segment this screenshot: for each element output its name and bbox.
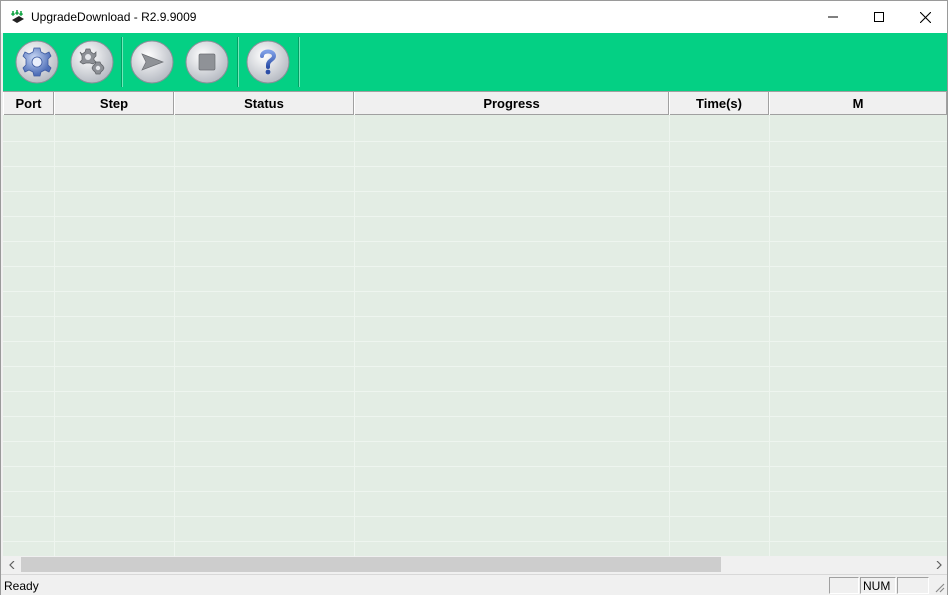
toolbar [3,33,947,92]
minimize-icon [828,16,838,18]
start-button[interactable] [129,39,175,85]
status-pane-scrl [897,577,929,594]
grid-line [3,291,947,292]
horizontal-scrollbar[interactable] [3,556,947,573]
scroll-right-icon[interactable] [930,556,947,573]
window-title: UpgradeDownload - R2.9.9009 [31,10,197,24]
stop-button[interactable] [184,39,230,85]
double-gear-icon [70,40,114,84]
grid-line [3,541,947,542]
grid-line [3,341,947,342]
grid-line [354,116,355,556]
grid-line [669,116,670,556]
grid-line [3,316,947,317]
column-header-port[interactable]: Port [3,92,54,115]
grid-line [3,466,947,467]
grid-line [769,116,770,556]
list-header: Port Step Status Progress Time(s) M [3,92,947,115]
grid-line [3,266,947,267]
column-header-m[interactable]: M [769,92,947,115]
status-text: Ready [4,579,39,593]
stop-square-icon [185,40,229,84]
settings-button[interactable] [14,39,60,85]
close-icon [919,11,931,23]
play-arrow-icon [130,40,174,84]
maximize-icon [874,12,884,22]
question-mark-icon [246,40,290,84]
grid-line [3,191,947,192]
app-window: UpgradeDownload - R2.9.9009 Port Step St… [0,0,948,595]
status-pane-caps [829,577,859,594]
toolbar-separator [298,37,300,87]
title-bar: UpgradeDownload - R2.9.9009 [1,1,947,33]
toolbar-separator [237,37,239,87]
column-header-status[interactable]: Status [174,92,354,115]
app-download-icon [10,10,24,23]
advanced-settings-button[interactable] [69,39,115,85]
grid-line [3,166,947,167]
column-header-progress[interactable]: Progress [354,92,669,115]
status-bar: Ready NUM [1,574,947,595]
grid-line [3,491,947,492]
grid-line [3,391,947,392]
grid-line [3,216,947,217]
grid-line [3,141,947,142]
gear-icon [15,40,59,84]
column-header-time[interactable]: Time(s) [669,92,769,115]
grid-line [3,441,947,442]
grid-line [3,516,947,517]
status-pane-num: NUM [860,577,896,594]
resize-grip-icon[interactable] [933,581,945,593]
grid-line [54,116,55,556]
device-list[interactable]: Port Step Status Progress Time(s) M [3,92,947,556]
grid-line [3,366,947,367]
grid-line [3,241,947,242]
column-header-step[interactable]: Step [54,92,174,115]
grid-line [3,416,947,417]
minimize-button[interactable] [810,1,856,33]
grid-line [174,116,175,556]
help-button[interactable] [245,39,291,85]
scrollbar-thumb[interactable] [21,557,721,572]
close-button[interactable] [902,1,948,33]
toolbar-separator [121,37,123,87]
maximize-button[interactable] [856,1,902,33]
scroll-left-icon[interactable] [3,556,20,573]
